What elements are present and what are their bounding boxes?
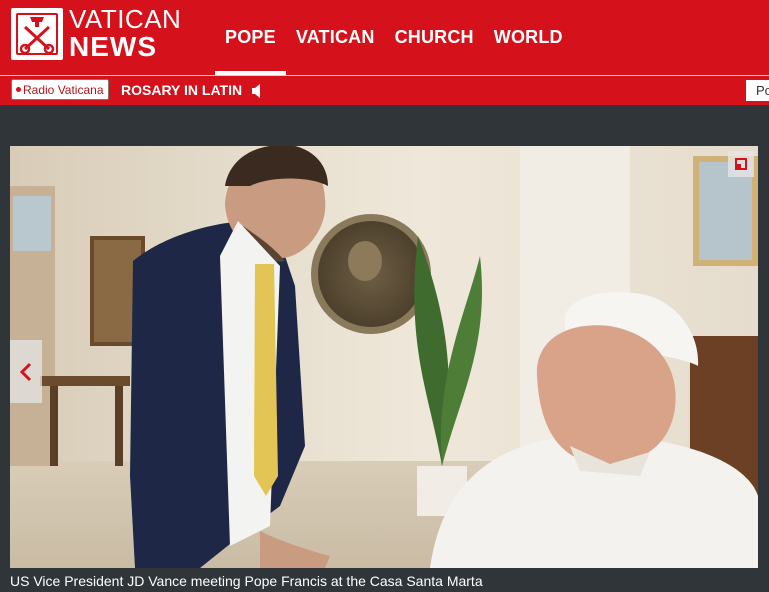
nav-pope[interactable]: POPE	[215, 0, 286, 75]
chevron-left-icon	[19, 362, 32, 381]
live-dot-icon	[16, 87, 21, 92]
vatican-news-logo[interactable]: VATICAN NEWS	[11, 6, 181, 61]
nav-church[interactable]: CHURCH	[385, 0, 484, 75]
search-box-partial[interactable]: Po	[746, 80, 769, 101]
logo-line2: NEWS	[69, 31, 157, 62]
previous-image-button[interactable]	[10, 340, 42, 403]
expand-icon	[735, 158, 747, 170]
vatican-keys-icon	[11, 7, 63, 60]
radio-bar: Radio Vaticana ROSARY IN LATIN Po	[0, 76, 769, 105]
radio-label: Radio Vaticana	[23, 82, 104, 97]
main-nav: POPE VATICAN CHURCH WORLD	[215, 0, 573, 75]
rosary-link[interactable]: ROSARY IN LATIN	[121, 82, 242, 98]
radio-vaticana-button[interactable]: Radio Vaticana	[11, 79, 109, 100]
photo-caption: US Vice President JD Vance meeting Pope …	[10, 573, 483, 589]
nav-vatican[interactable]: VATICAN	[286, 0, 385, 75]
photo-illustration	[10, 146, 758, 568]
site-header: VATICAN NEWS POPE VATICAN CHURCH WORLD	[0, 0, 769, 75]
speaker-icon[interactable]	[251, 84, 263, 98]
article-photo	[10, 146, 758, 568]
logo-line1: VATICAN	[69, 4, 182, 34]
nav-world[interactable]: WORLD	[484, 0, 573, 75]
expand-image-button[interactable]	[728, 151, 754, 177]
logo-wordmark: VATICAN NEWS	[69, 6, 181, 61]
